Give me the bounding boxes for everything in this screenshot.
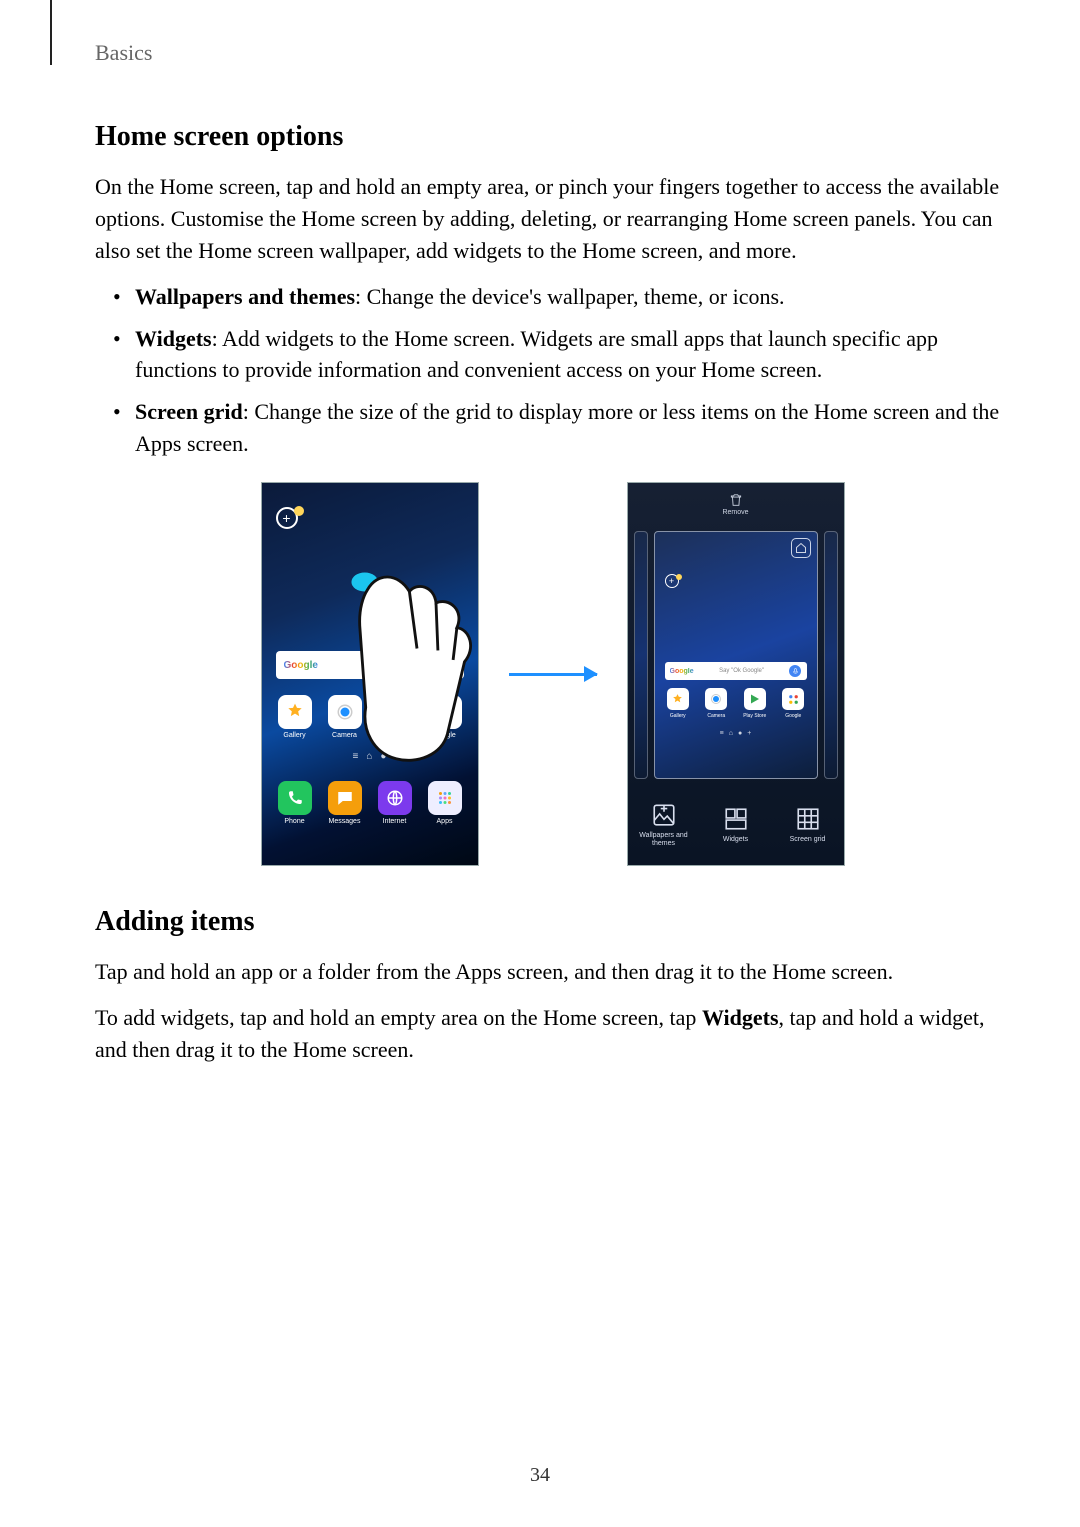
camera-icon xyxy=(328,695,362,729)
weather-widget-mini: + xyxy=(665,574,682,588)
google-logo: Google xyxy=(670,668,694,675)
google-folder-icon xyxy=(428,695,462,729)
list-item-title: Wallpapers and themes xyxy=(135,284,355,309)
play-store-icon xyxy=(378,695,412,729)
dot-indicator-icon: ● xyxy=(380,751,386,762)
remove-label: Remove xyxy=(722,509,748,516)
mic-icon xyxy=(789,665,801,677)
panel-zone: + Google Say "Ok Google" Gallery Camera … xyxy=(628,527,844,783)
option-widgets[interactable]: Widgets xyxy=(706,806,766,844)
gallery-icon xyxy=(667,688,689,710)
phone-icon xyxy=(278,781,312,815)
feature-list: Wallpapers and themes: Change the device… xyxy=(95,281,1010,460)
apps-drawer-icon xyxy=(428,781,462,815)
section-heading-adding-items: Adding items xyxy=(95,906,1010,938)
app-google-folder[interactable]: Google xyxy=(778,688,808,719)
list-item: Widgets: Add widgets to the Home screen.… xyxy=(95,323,1010,387)
messages-icon xyxy=(328,781,362,815)
sun-icon xyxy=(676,574,682,580)
set-home-panel-button[interactable] xyxy=(791,538,811,558)
option-label: Screen grid xyxy=(790,836,826,844)
chapter-label: Basics xyxy=(95,40,1010,66)
sun-icon xyxy=(294,506,304,516)
app-phone[interactable]: Phone xyxy=(271,781,319,825)
edit-options-bar: Wallpapers and themes Widgets Screen gri… xyxy=(628,785,844,865)
app-camera[interactable]: Camera xyxy=(321,695,369,739)
app-camera[interactable]: Camera xyxy=(701,688,731,719)
option-wallpapers-themes[interactable]: Wallpapers and themes xyxy=(634,802,694,847)
panel-main[interactable]: + Google Say "Ok Google" Gallery Camera … xyxy=(654,531,818,779)
option-label: Widgets xyxy=(723,836,748,844)
section-intro: On the Home screen, tap and hold an empt… xyxy=(95,171,1010,267)
menu-indicator-icon: ≡ xyxy=(720,730,724,737)
option-label: Wallpapers and themes xyxy=(634,832,694,847)
play-store-icon xyxy=(744,688,766,710)
home-indicator-icon: ⌂ xyxy=(366,751,372,762)
phone-edit-mode: Remove + Google Say "Ok Google" Gallery xyxy=(627,482,845,866)
arrow-right-icon xyxy=(509,673,597,676)
panel-next[interactable] xyxy=(824,531,838,779)
app-apps[interactable]: Apps xyxy=(421,781,469,825)
list-item-title: Widgets xyxy=(135,326,212,351)
dock-row: Phone Messages Internet Apps xyxy=(262,781,478,825)
wallpaper-icon xyxy=(651,802,677,828)
adding-items-p2: To add widgets, tap and hold an empty ar… xyxy=(95,1002,1010,1066)
google-search-bar[interactable]: Google Say xyxy=(276,651,464,679)
list-item-title: Screen grid xyxy=(135,399,243,424)
page-number: 34 xyxy=(0,1464,1080,1487)
internet-icon xyxy=(378,781,412,815)
trash-icon xyxy=(729,493,743,507)
page-indicator: ≡ ⌂ ● xyxy=(262,751,478,762)
figure-row: + Google Say Gallery Camera Play Store G… xyxy=(95,482,1010,866)
menu-indicator-icon: ≡ xyxy=(353,751,359,762)
home-indicator-icon: ⌂ xyxy=(729,730,733,737)
app-row-mini: Gallery Camera Play Store Google xyxy=(659,688,813,719)
grid-icon xyxy=(795,806,821,832)
gallery-icon xyxy=(278,695,312,729)
google-logo: Google xyxy=(284,660,318,671)
section-heading-home-options: Home screen options xyxy=(95,121,1010,153)
weather-widget: + xyxy=(276,507,304,529)
google-search-bar-mini[interactable]: Google Say "Ok Google" xyxy=(665,662,807,680)
list-item-text: : Change the device's wallpaper, theme, … xyxy=(355,284,785,309)
option-screen-grid[interactable]: Screen grid xyxy=(778,806,838,844)
app-row: Gallery Camera Play Store Google xyxy=(262,695,478,739)
app-internet[interactable]: Internet xyxy=(371,781,419,825)
list-item: Screen grid: Change the size of the grid… xyxy=(95,396,1010,460)
adding-items-p1: Tap and hold an app or a folder from the… xyxy=(95,956,1010,988)
widgets-icon xyxy=(723,806,749,832)
app-play-store[interactable]: Play Store xyxy=(740,688,770,719)
app-gallery[interactable]: Gallery xyxy=(271,695,319,739)
add-page-icon: + xyxy=(747,730,751,737)
list-item-text: : Add widgets to the Home screen. Widget… xyxy=(135,326,938,383)
panel-prev[interactable] xyxy=(634,531,648,779)
list-item: Wallpapers and themes: Change the device… xyxy=(95,281,1010,313)
app-gallery[interactable]: Gallery xyxy=(663,688,693,719)
search-hint: Say xyxy=(440,660,456,670)
camera-icon xyxy=(705,688,727,710)
dot-indicator-icon: ● xyxy=(738,730,742,737)
google-folder-icon xyxy=(782,688,804,710)
search-hint: Say "Ok Google" xyxy=(719,668,764,674)
list-item-text: : Change the size of the grid to display… xyxy=(135,399,999,456)
page-indicator-mini: ≡ ⌂ ● + xyxy=(655,730,817,737)
phone-home-screen: + Google Say Gallery Camera Play Store G… xyxy=(261,482,479,866)
app-messages[interactable]: Messages xyxy=(321,781,369,825)
remove-target[interactable]: Remove xyxy=(628,483,844,525)
app-google-folder[interactable]: Google xyxy=(421,695,469,739)
app-play-store[interactable]: Play Store xyxy=(371,695,419,739)
home-outline-icon xyxy=(795,542,807,554)
page-accent-bar xyxy=(50,0,52,65)
